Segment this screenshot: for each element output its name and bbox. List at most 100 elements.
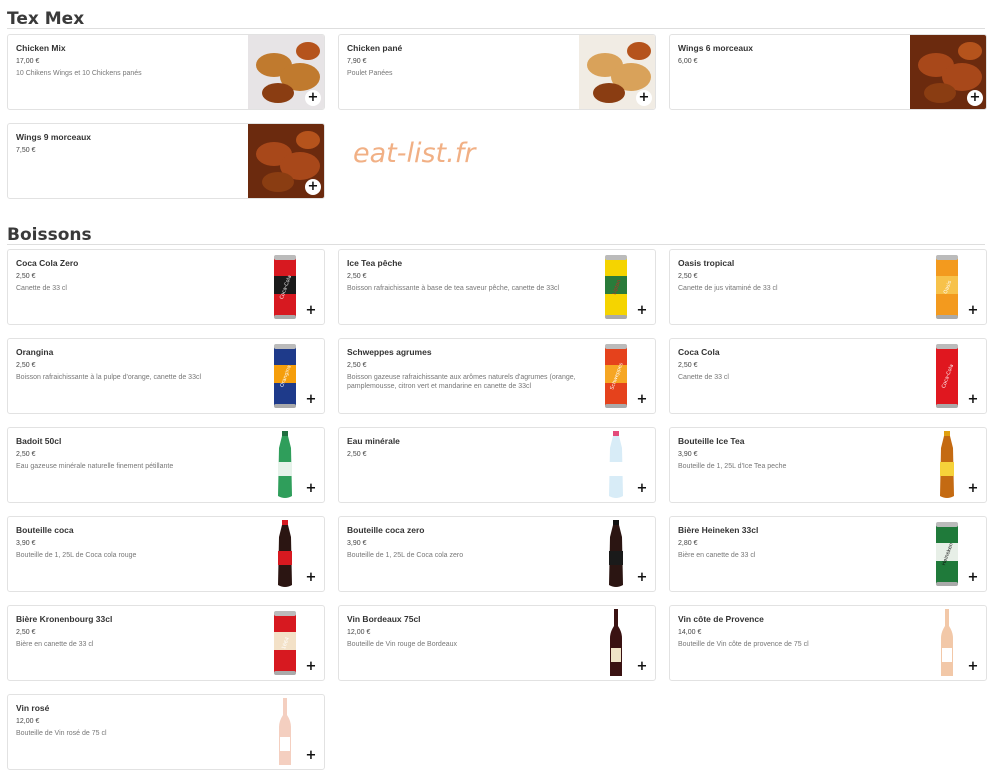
- section-divider: [7, 28, 985, 29]
- menu-item-price: 2,50 €: [678, 273, 698, 280]
- menu-item-card[interactable]: Vin côte de Provence 14,00 € Bouteille d…: [669, 605, 987, 681]
- menu-item-text: Vin Bordeaux 75cl 12,00 € Bouteille de V…: [347, 614, 597, 649]
- menu-item-name: Eau minérale: [347, 436, 400, 446]
- add-to-cart-button[interactable]: +: [965, 481, 981, 497]
- add-to-cart-button[interactable]: +: [967, 90, 983, 106]
- menu-item-card[interactable]: Bière Kronenbourg 33cl 2,50 € Bière en c…: [7, 605, 325, 681]
- menu-item-price: 3,90 €: [16, 540, 36, 547]
- add-to-cart-button[interactable]: +: [303, 392, 319, 408]
- menu-item-name: Bière Heineken 33cl: [678, 525, 759, 535]
- add-to-cart-button[interactable]: +: [634, 659, 650, 675]
- add-to-cart-button[interactable]: +: [634, 481, 650, 497]
- menu-item-description: Canette de jus vitaminé de 33 cl: [678, 285, 778, 292]
- menu-item-name: Bouteille coca zero: [347, 525, 425, 535]
- menu-item-text: Bouteille Ice Tea 3,90 € Bouteille de 1,…: [678, 436, 928, 471]
- add-to-cart-button[interactable]: +: [965, 659, 981, 675]
- menu-item-text: Oasis tropical 2,50 € Canette de jus vit…: [678, 258, 928, 293]
- menu-item-price: 17,00 €: [16, 58, 40, 65]
- menu-item-description: Canette de 33 cl: [678, 374, 729, 381]
- menu-item-name: Wings 6 morceaux: [678, 43, 754, 53]
- menu-item-price: 6,00 €: [678, 58, 698, 65]
- add-to-cart-button[interactable]: +: [634, 570, 650, 586]
- menu-item-description: Canette de 33 cl: [16, 285, 67, 292]
- menu-item-description: Eau gazeuse minérale naturelle finement …: [16, 463, 174, 470]
- menu-item-card[interactable]: Ice Tea pêche 2,50 € Boisson rafraichiss…: [338, 249, 656, 325]
- menu-item-description: Boisson gazeuse rafraichissante aux arôm…: [347, 374, 576, 390]
- menu-item-card[interactable]: Bière Heineken 33cl 2,80 € Bière en cane…: [669, 516, 987, 592]
- menu-item-card[interactable]: Bouteille coca 3,90 € Bouteille de 1, 25…: [7, 516, 325, 592]
- menu-item-text: Coca Cola Zero 2,50 € Canette de 33 cl: [16, 258, 266, 293]
- section-title-tex-mex: Tex Mex: [7, 9, 85, 29]
- menu-item-description: Bouteille de Vin côte de provence de 75 …: [678, 641, 809, 648]
- menu-item-price: 14,00 €: [678, 629, 702, 636]
- menu-item-card[interactable]: Orangina 2,50 € Boisson rafraichissante …: [7, 338, 325, 414]
- menu-item-description: Boisson rafraichissante à base de tea sa…: [347, 285, 560, 292]
- add-to-cart-button[interactable]: +: [305, 90, 321, 106]
- menu-item-text: Bouteille coca zero 3,90 € Bouteille de …: [347, 525, 597, 560]
- menu-item-card[interactable]: Bouteille Ice Tea 3,90 € Bouteille de 1,…: [669, 427, 987, 503]
- boissons-grid: Coca Cola Zero 2,50 € Canette de 33 cl C…: [7, 249, 987, 770]
- menu-item-card[interactable]: Oasis tropical 2,50 € Canette de jus vit…: [669, 249, 987, 325]
- menu-item-card[interactable]: Chicken pané 7,90 € Poulet Panées +: [338, 34, 656, 110]
- menu-item-text: Vin rosé 12,00 € Bouteille de Vin rosé d…: [16, 703, 266, 738]
- add-to-cart-button[interactable]: +: [965, 392, 981, 408]
- menu-item-name: Coca Cola Zero: [16, 258, 79, 268]
- add-to-cart-button[interactable]: +: [303, 303, 319, 319]
- menu-item-text: Badoit 50cl 2,50 € Eau gazeuse minérale …: [16, 436, 266, 471]
- menu-item-card[interactable]: Bouteille coca zero 3,90 € Bouteille de …: [338, 516, 656, 592]
- menu-item-price: 2,50 €: [347, 362, 367, 369]
- menu-item-text: Ice Tea pêche 2,50 € Boisson rafraichiss…: [347, 258, 597, 293]
- add-to-cart-button[interactable]: +: [965, 570, 981, 586]
- menu-item-card[interactable]: Vin Bordeaux 75cl 12,00 € Bouteille de V…: [338, 605, 656, 681]
- menu-item-description: Bouteille de 1, 25L de Coca cola rouge: [16, 552, 137, 559]
- menu-item-text: Bouteille coca 3,90 € Bouteille de 1, 25…: [16, 525, 266, 560]
- menu-item-card[interactable]: Vin rosé 12,00 € Bouteille de Vin rosé d…: [7, 694, 325, 770]
- menu-item-price: 2,50 €: [16, 273, 36, 280]
- add-to-cart-button[interactable]: +: [305, 179, 321, 195]
- add-to-cart-button[interactable]: +: [634, 303, 650, 319]
- menu-item-name: Badoit 50cl: [16, 436, 62, 446]
- menu-item-description: Bière en canette de 33 cl: [16, 641, 94, 648]
- menu-item-text: Eau minérale 2,50 €: [347, 436, 597, 462]
- menu-item-price: 7,90 €: [347, 58, 367, 65]
- menu-item-card[interactable]: Eau minérale 2,50 € +: [338, 427, 656, 503]
- menu-item-name: Vin rosé: [16, 703, 50, 713]
- menu-item-card[interactable]: Badoit 50cl 2,50 € Eau gazeuse minérale …: [7, 427, 325, 503]
- menu-item-price: 3,90 €: [347, 540, 367, 547]
- menu-item-text: Wings 6 morceaux 6,00 €: [678, 43, 928, 69]
- menu-item-text: Vin côte de Provence 14,00 € Bouteille d…: [678, 614, 928, 649]
- menu-item-description: 10 Chikens Wings et 10 Chickens panés: [16, 70, 142, 77]
- menu-item-name: Bouteille coca: [16, 525, 74, 535]
- menu-item-text: Orangina 2,50 € Boisson rafraichissante …: [16, 347, 266, 382]
- menu-item-card[interactable]: Chicken Mix 17,00 € 10 Chikens Wings et …: [7, 34, 325, 110]
- menu-item-card[interactable]: Schweppes agrumes 2,50 € Boisson gazeuse…: [338, 338, 656, 414]
- menu-item-name: Chicken pané: [347, 43, 403, 53]
- menu-item-name: Schweppes agrumes: [347, 347, 432, 357]
- menu-item-card[interactable]: Coca Cola 2,50 € Canette de 33 cl Coca-C…: [669, 338, 987, 414]
- add-to-cart-button[interactable]: +: [303, 659, 319, 675]
- menu-item-card[interactable]: Coca Cola Zero 2,50 € Canette de 33 cl C…: [7, 249, 325, 325]
- menu-item-name: Vin côte de Provence: [678, 614, 764, 624]
- menu-item-name: Chicken Mix: [16, 43, 66, 53]
- menu-item-price: 12,00 €: [347, 629, 371, 636]
- add-to-cart-button[interactable]: +: [634, 392, 650, 408]
- add-to-cart-button[interactable]: +: [303, 570, 319, 586]
- add-to-cart-button[interactable]: +: [303, 481, 319, 497]
- add-to-cart-button[interactable]: +: [965, 303, 981, 319]
- menu-item-text: Schweppes agrumes 2,50 € Boisson gazeuse…: [347, 347, 597, 391]
- menu-item-text: Chicken Mix 17,00 € 10 Chikens Wings et …: [16, 43, 266, 78]
- menu-item-card[interactable]: Wings 9 morceaux 7,50 € +: [7, 123, 325, 199]
- menu-item-price: 2,50 €: [16, 451, 36, 458]
- add-to-cart-button[interactable]: +: [636, 90, 652, 106]
- menu-item-price: 2,50 €: [16, 362, 36, 369]
- menu-item-text: Coca Cola 2,50 € Canette de 33 cl: [678, 347, 928, 382]
- menu-item-price: 2,50 €: [678, 362, 698, 369]
- section-title-boissons: Boissons: [7, 225, 92, 245]
- menu-item-price: 7,50 €: [16, 147, 36, 154]
- menu-item-price: 2,50 €: [347, 451, 367, 458]
- add-to-cart-button[interactable]: +: [303, 748, 319, 764]
- menu-item-name: Vin Bordeaux 75cl: [347, 614, 421, 624]
- watermark: eat-list.fr: [353, 138, 476, 169]
- menu-item-card[interactable]: Wings 6 morceaux 6,00 € +: [669, 34, 987, 110]
- menu-item-name: Wings 9 morceaux: [16, 132, 92, 142]
